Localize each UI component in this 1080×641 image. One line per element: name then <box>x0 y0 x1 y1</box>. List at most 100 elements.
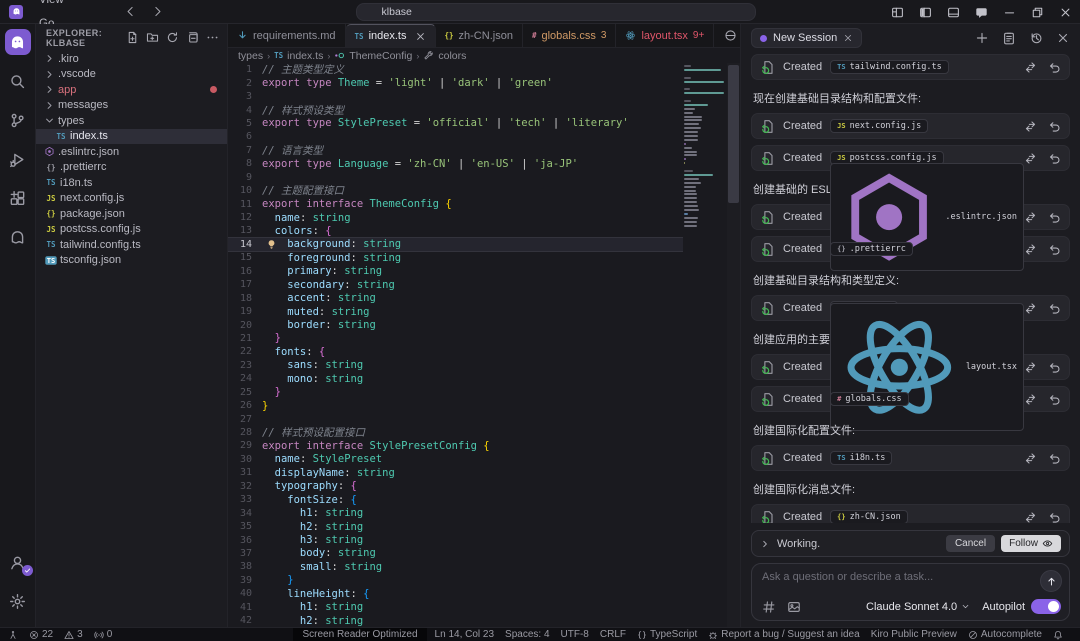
undo-icon[interactable] <box>1048 152 1061 165</box>
diff-icon[interactable] <box>1024 452 1037 465</box>
tree-item-messages[interactable]: messages <box>36 98 227 114</box>
command-center[interactable] <box>356 3 756 21</box>
tree-item-.kiro[interactable]: .kiro <box>36 51 227 67</box>
tree-item-app[interactable]: app <box>36 82 227 98</box>
collapse-folders-icon[interactable] <box>186 31 199 44</box>
toggle-panel-icon[interactable] <box>947 6 960 19</box>
diff-icon[interactable] <box>1024 152 1037 165</box>
activity-kiro[interactable] <box>5 29 31 55</box>
editor-scrollbar[interactable] <box>727 63 740 627</box>
undo-icon[interactable] <box>1048 511 1061 524</box>
file-action-card[interactable]: CreatedTSi18n.ts <box>751 445 1070 471</box>
breadcrumb-colors[interactable]: colors <box>438 50 466 62</box>
file-chip[interactable]: TSi18n.ts <box>830 451 892 465</box>
status-ln-14-col-23[interactable]: Ln 14, Col 23 <box>435 628 495 641</box>
task-list-icon[interactable] <box>1002 31 1016 45</box>
activity-accounts[interactable] <box>5 549 31 575</box>
tree-item-next.config.js[interactable]: JSnext.config.js <box>36 191 227 207</box>
more-actions-icon[interactable] <box>206 31 219 44</box>
tab-index.ts[interactable]: TSindex.ts <box>346 24 436 47</box>
diff-icon[interactable] <box>1024 393 1037 406</box>
undo-icon[interactable] <box>1048 393 1061 406</box>
history-icon[interactable] <box>1029 31 1043 45</box>
autopilot-toggle[interactable] <box>1031 599 1061 614</box>
undo-icon[interactable] <box>1048 361 1061 374</box>
model-selector[interactable]: Claude Sonnet 4.0 <box>866 601 970 613</box>
close-panel-icon[interactable] <box>1056 31 1070 45</box>
close-tab-icon[interactable] <box>415 31 426 42</box>
status-bell[interactable] <box>1053 628 1063 641</box>
file-action-card[interactable]: CreatedJSnext.config.js <box>751 113 1070 139</box>
tab-globals.css[interactable]: #globals.css3 <box>523 24 617 47</box>
close-session-icon[interactable] <box>843 33 853 43</box>
status-autocomplete[interactable]: Autocomplete <box>968 628 1042 641</box>
tab-zh-CN.json[interactable]: {}zh-CN.json <box>436 24 523 47</box>
tab-requirements.md[interactable]: requirements.md <box>228 24 346 47</box>
code-editor[interactable]: 1// 主题类型定义2export type Theme = 'light' |… <box>228 63 740 627</box>
menu-view[interactable]: View <box>31 0 94 12</box>
new-file-icon[interactable] <box>126 31 139 44</box>
diff-icon[interactable] <box>1024 302 1037 315</box>
undo-icon[interactable] <box>1048 452 1061 465</box>
search-input[interactable] <box>382 6 747 18</box>
activity-search[interactable] <box>5 68 31 94</box>
status-screen-reader-optimized[interactable]: Screen Reader Optimized <box>293 628 426 641</box>
minimap[interactable] <box>684 65 726 228</box>
file-action-card[interactable]: Created.eslintrc.json <box>751 204 1070 230</box>
toggle-sidebar-icon[interactable] <box>919 6 932 19</box>
tree-item-tsconfig.json[interactable]: TStsconfig.json <box>36 253 227 269</box>
status-report-a-bug-suggest-an-idea[interactable]: Report a bug / Suggest an idea <box>708 628 859 641</box>
tree-item-postcss.config.js[interactable]: JSpostcss.config.js <box>36 222 227 238</box>
file-action-card[interactable]: CreatedTStailwind.config.ts <box>751 54 1070 80</box>
undo-icon[interactable] <box>1048 302 1061 315</box>
back-icon[interactable] <box>124 5 137 18</box>
diff-icon[interactable] <box>1024 361 1037 374</box>
undo-icon[interactable] <box>1048 211 1061 224</box>
status-spaces-4[interactable]: Spaces: 4 <box>505 628 549 641</box>
diff-icon[interactable] <box>1024 243 1037 256</box>
status-warning[interactable]: 3 <box>64 628 83 641</box>
diff-icon[interactable] <box>1024 61 1037 74</box>
activity-run-debug[interactable] <box>5 146 31 172</box>
status-remote[interactable] <box>8 628 18 641</box>
chat-session-tab[interactable]: New Session <box>751 28 862 48</box>
follow-button[interactable]: Follow <box>1001 535 1061 552</box>
activity-settings[interactable] <box>5 588 31 614</box>
new-chat-icon[interactable] <box>975 31 989 45</box>
minimize-icon[interactable] <box>1003 6 1016 19</box>
breadcrumb-index.ts[interactable]: index.ts <box>287 50 323 62</box>
tree-item-.eslintrc.json[interactable]: .eslintrc.json <box>36 144 227 160</box>
tree-item-i18n.ts[interactable]: TSi18n.ts <box>36 175 227 191</box>
file-chip[interactable]: JSnext.config.js <box>830 119 928 133</box>
undo-icon[interactable] <box>1048 120 1061 133</box>
tree-item-.prettierrc[interactable]: {}.prettierrc <box>36 160 227 176</box>
customize-layout-icon[interactable] <box>891 6 904 19</box>
chat-messages[interactable]: CreatedTStailwind.config.ts现在创建基础目录结构和配置… <box>741 52 1080 523</box>
activity-source-control[interactable] <box>5 107 31 133</box>
status-kiro-public-preview[interactable]: Kiro Public Preview <box>871 628 957 641</box>
tree-item-tailwind.config.ts[interactable]: TStailwind.config.ts <box>36 237 227 253</box>
tab-layout.tsx[interactable]: layout.tsx9+ <box>616 24 714 47</box>
restore-icon[interactable] <box>1031 6 1044 19</box>
status-utf-8[interactable]: UTF-8 <box>561 628 589 641</box>
chat-bubble-icon[interactable] <box>975 6 988 19</box>
new-folder-icon[interactable] <box>146 31 159 44</box>
close-icon[interactable] <box>1059 6 1072 19</box>
tree-item-package.json[interactable]: {}package.json <box>36 206 227 222</box>
file-chip[interactable]: #globals.css <box>830 392 909 406</box>
lightbulb-icon[interactable] <box>266 239 277 250</box>
file-chip[interactable]: {}zh-CN.json <box>830 510 908 523</box>
refresh-explorer-icon[interactable] <box>166 31 179 44</box>
undo-icon[interactable] <box>1048 243 1061 256</box>
tree-item-types[interactable]: types <box>36 113 227 129</box>
forward-icon[interactable] <box>151 5 164 18</box>
attach-image-icon[interactable] <box>787 600 801 614</box>
context-hash-icon[interactable] <box>762 600 776 614</box>
diff-icon[interactable] <box>1024 120 1037 133</box>
tree-item-index.ts[interactable]: TSindex.ts <box>36 129 227 145</box>
activity-kiro-ghost[interactable] <box>5 224 31 250</box>
cancel-button[interactable]: Cancel <box>946 535 995 552</box>
status-broadcast[interactable]: 0 <box>94 628 113 641</box>
diff-icon[interactable] <box>1024 211 1037 224</box>
undo-icon[interactable] <box>1048 61 1061 74</box>
